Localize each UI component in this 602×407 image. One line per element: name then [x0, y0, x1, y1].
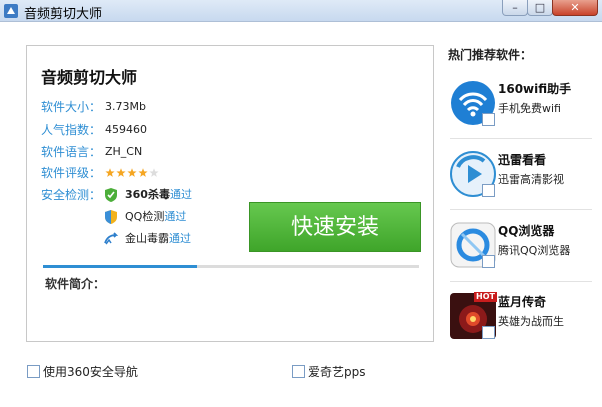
minimize-icon: –	[512, 1, 518, 14]
info-row-rating: 软件评级：	[41, 163, 159, 183]
security-name: 金山毒霸	[125, 232, 169, 245]
security-status: 通过	[169, 232, 191, 245]
recommend-desc: 手机免费wifi	[498, 102, 561, 115]
close-icon: ✕	[570, 1, 580, 14]
info-label: 软件语言：	[41, 145, 102, 159]
option-label: 爱奇艺pps	[308, 365, 366, 379]
info-row-size: 软件大小： 3.73Mb	[41, 97, 146, 117]
info-value: ZH_CN	[105, 145, 143, 158]
info-label: 人气指数：	[41, 123, 102, 137]
install-button[interactable]: 快速安装	[249, 202, 421, 252]
star-icon	[105, 168, 115, 177]
option-checkbox[interactable]	[27, 365, 40, 378]
info-row-security: 安全检测：	[41, 185, 101, 205]
hot-badge: HOT	[474, 292, 497, 302]
security-name: 360杀毒	[125, 188, 170, 201]
recommend-name: 160wifi助手	[498, 82, 572, 96]
recommend-item-game[interactable]: HOT 蓝月传奇 英雄为战而生	[446, 289, 596, 347]
info-label: 安全检测：	[41, 188, 102, 202]
info-value: 459460	[105, 123, 147, 136]
recommend-title: 热门推荐软件：	[448, 48, 533, 62]
kingsoft-icon	[104, 232, 119, 245]
progress-bar	[43, 265, 419, 268]
progress-fill	[43, 265, 198, 268]
maximize-icon: □	[534, 1, 546, 14]
recommend-checkbox[interactable]	[482, 326, 495, 339]
star-icon	[127, 168, 137, 177]
info-row-popularity: 人气指数： 459460	[41, 120, 147, 140]
recommend-name: 蓝月传奇	[498, 295, 547, 309]
security-status: 通过	[169, 188, 192, 201]
divider	[450, 281, 592, 282]
recommend-item-xunlei[interactable]: 迅雷看看 迅雷高清影视	[446, 147, 596, 205]
close-button[interactable]: ✕	[552, 0, 598, 16]
star-icon	[116, 168, 126, 177]
window-title: 音频剪切大师	[24, 7, 103, 22]
divider	[450, 138, 592, 139]
app-info-panel: 音频剪切大师 软件大小： 3.73Mb 人气指数： 459460 软件语言： Z…	[26, 45, 434, 342]
recommend-item-wifi[interactable]: 160wifi助手 手机免费wifi	[446, 76, 596, 134]
intro-label: 软件简介：	[45, 277, 106, 291]
app-icon	[4, 4, 18, 18]
security-name: QQ检测	[125, 210, 165, 223]
title-bar: 音频剪切大师 – □ ✕	[0, 0, 602, 22]
info-label: 软件评级：	[41, 166, 102, 180]
minimize-button[interactable]: –	[502, 0, 528, 16]
rating-stars	[105, 168, 159, 177]
star-icon	[138, 168, 148, 177]
info-row-language: 软件语言： ZH_CN	[41, 142, 142, 162]
info-label: 软件大小：	[41, 100, 102, 114]
recommend-desc: 迅雷高清影视	[498, 173, 564, 186]
app-name: 音频剪切大师	[41, 68, 138, 87]
qq-shield-icon	[105, 210, 117, 224]
recommend-checkbox[interactable]	[482, 255, 495, 268]
maximize-button[interactable]: □	[527, 0, 553, 16]
star-icon	[149, 168, 159, 177]
recommend-item-qq-browser[interactable]: QQ浏览器 腾讯QQ浏览器	[446, 218, 596, 276]
recommend-checkbox[interactable]	[482, 184, 495, 197]
recommend-desc: 英雄为战而生	[498, 315, 564, 328]
option-checkbox[interactable]	[292, 365, 305, 378]
recommend-checkbox[interactable]	[482, 113, 495, 126]
info-value: 3.73Mb	[105, 100, 146, 113]
recommend-name: QQ浏览器	[498, 224, 555, 238]
recommend-name: 迅雷看看	[498, 153, 547, 167]
divider	[450, 209, 592, 210]
security-status: 通过	[164, 210, 187, 223]
recommend-desc: 腾讯QQ浏览器	[498, 244, 571, 257]
option-label: 使用360安全导航	[43, 365, 138, 379]
360-shield-icon	[105, 188, 117, 202]
